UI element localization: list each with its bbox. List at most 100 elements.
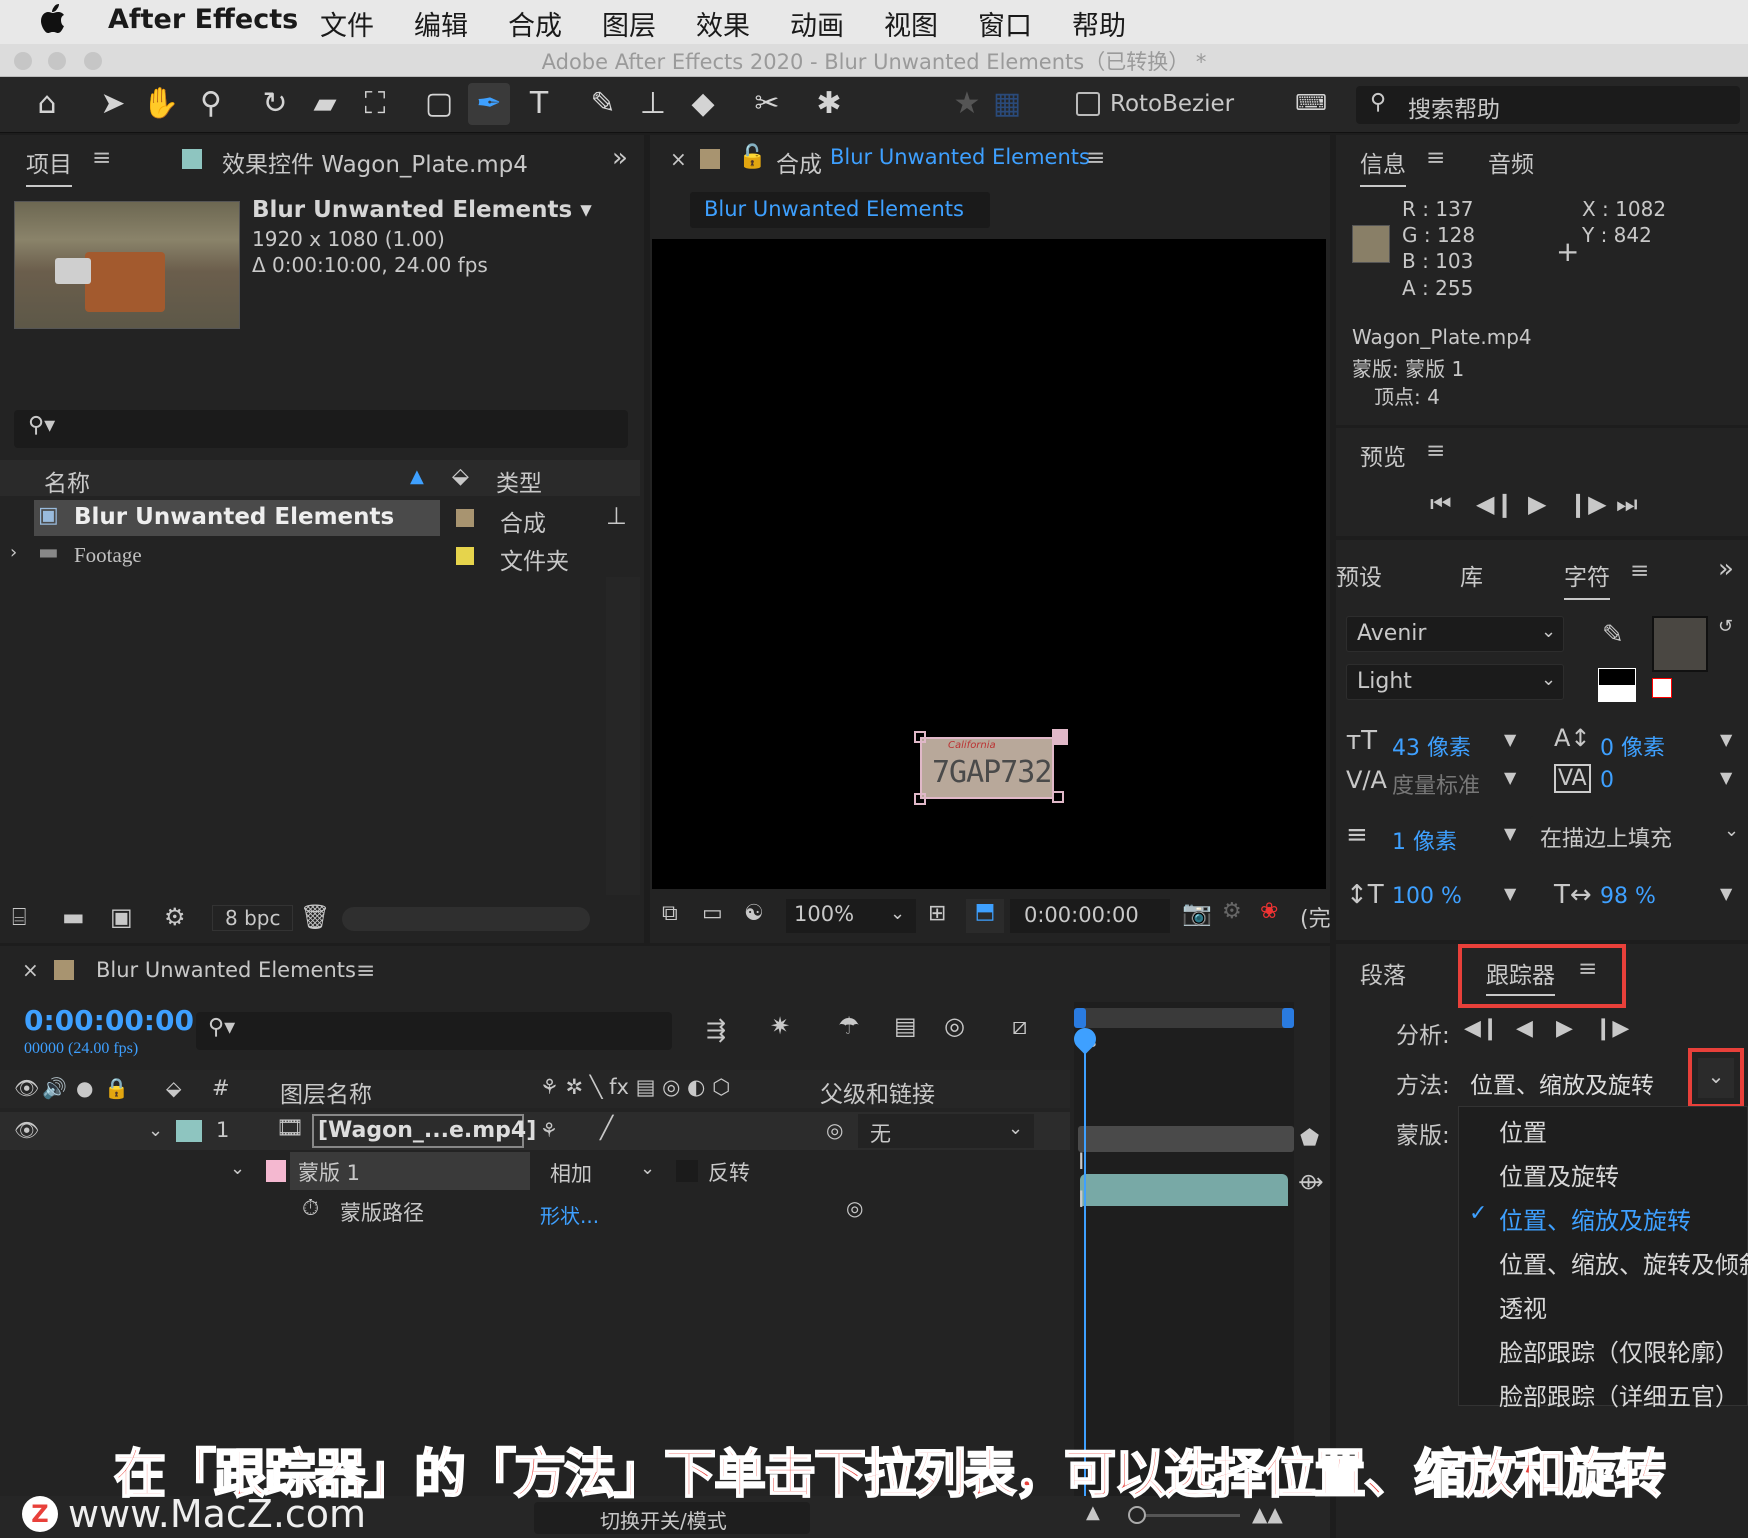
solo-icon[interactable]: ● bbox=[76, 1076, 93, 1100]
mask-path-toggle-icon[interactable]: ⬒ bbox=[966, 899, 1004, 933]
tab-info[interactable]: 信息 bbox=[1360, 145, 1406, 187]
eraser-tool-icon[interactable]: ◆ bbox=[682, 83, 724, 125]
font-size-value[interactable]: 43 像素 bbox=[1392, 730, 1471, 762]
layer-name-field[interactable]: [Wagon_...e.mp4] bbox=[312, 1114, 536, 1148]
lock-icon[interactable]: 🔒 bbox=[104, 1076, 129, 1100]
column-type[interactable]: 类型 bbox=[496, 464, 542, 498]
search-help-field[interactable]: ⚲ 搜索帮助 bbox=[1356, 86, 1740, 124]
comp-navigator-tab[interactable]: Blur Unwanted Elements bbox=[690, 192, 990, 228]
previous-frame-icon[interactable]: ◀❙ bbox=[1476, 490, 1515, 518]
rectangle-tool-icon[interactable]: ▢ bbox=[418, 83, 460, 125]
layer-duration-bar[interactable] bbox=[1080, 1174, 1288, 1206]
rotate-tool-icon[interactable]: ↻ bbox=[254, 83, 296, 125]
invert-checkbox[interactable] bbox=[676, 1160, 698, 1182]
panel-overflow-icon[interactable]: » bbox=[612, 143, 628, 173]
chevron-right-icon[interactable]: › bbox=[10, 542, 17, 563]
work-area-start-handle[interactable] bbox=[1074, 1008, 1086, 1028]
menu-layer[interactable]: 图层 bbox=[602, 4, 656, 43]
mask-color-swatch[interactable] bbox=[266, 1160, 286, 1182]
project-scrollbar[interactable] bbox=[606, 577, 640, 917]
menu-item-position-scale-rotation-skew[interactable]: 位置、缩放、旋转及倾斜 bbox=[1499, 1245, 1748, 1280]
snapshot-icon[interactable]: 📷 bbox=[1182, 899, 1212, 927]
app-menu[interactable]: After Effects bbox=[108, 4, 298, 35]
white-swatch[interactable] bbox=[1598, 686, 1636, 702]
mask-shape-link[interactable]: 形状... bbox=[540, 1200, 599, 1229]
table-row[interactable]: 👁 ⌄ 1 🎞 [Wagon_...e.mp4] ⚘ ╱ ◎ 无 ⌄ bbox=[0, 1112, 1070, 1150]
horizontal-scale-value[interactable]: 98 % bbox=[1600, 884, 1656, 909]
comp-name-label[interactable]: Blur Unwanted Elements ▾ bbox=[252, 197, 592, 223]
chevron-down-icon[interactable]: ⌄ bbox=[230, 1158, 245, 1179]
menu-item-face-outline[interactable]: 脸部跟踪（仅限轮廓） bbox=[1499, 1333, 1739, 1368]
motion-blur-icon[interactable]: ◎ bbox=[944, 1012, 965, 1040]
show-snapshot-icon[interactable]: ⚙ bbox=[1222, 899, 1242, 924]
frame-blending-icon[interactable]: ▤ bbox=[894, 1012, 917, 1040]
menu-view[interactable]: 视图 bbox=[884, 4, 938, 43]
label-tag-icon[interactable]: ⬙ bbox=[452, 464, 469, 489]
column-parent[interactable]: 父级和链接 bbox=[820, 1075, 935, 1109]
puppet-tool-icon[interactable]: ✱ bbox=[808, 83, 850, 125]
next-frame-icon[interactable]: ❙▶ bbox=[1568, 490, 1607, 518]
font-style-dropdown[interactable]: Light ⌄ bbox=[1346, 664, 1564, 700]
brush-tool-icon[interactable]: ✎ bbox=[582, 83, 624, 125]
info-menu-icon[interactable]: ≡ bbox=[1426, 145, 1445, 171]
workspace-icon[interactable]: ⌨ bbox=[1290, 83, 1332, 125]
analyze-backward-icon[interactable]: ◀ bbox=[1516, 1016, 1533, 1041]
stroke-width-value[interactable]: 1 像素 bbox=[1392, 824, 1457, 856]
work-area-end-handle[interactable] bbox=[1282, 1008, 1294, 1028]
tab-paragraph[interactable]: 段落 bbox=[1360, 956, 1406, 990]
pickwhip-icon[interactable]: ◎ bbox=[826, 1118, 843, 1142]
thumbnail-slider[interactable] bbox=[342, 907, 590, 931]
always-preview-icon[interactable]: ⧉ bbox=[662, 901, 678, 926]
chevron-down-icon[interactable]: ▼ bbox=[1504, 884, 1516, 903]
selection-tool-icon[interactable]: ➤ bbox=[92, 83, 134, 125]
shy-switch-icon[interactable]: ⚘ bbox=[540, 1118, 558, 1142]
tab-presets[interactable]: 预设 bbox=[1336, 558, 1382, 592]
no-color-icon[interactable] bbox=[1652, 678, 1672, 698]
column-name[interactable]: 名称 bbox=[44, 464, 90, 498]
pan-behind-tool-icon[interactable]: ⛶ bbox=[354, 83, 396, 125]
play-icon[interactable]: ▶ bbox=[1528, 490, 1546, 518]
timeline-search-field[interactable]: ⚲▾ bbox=[196, 1012, 672, 1050]
camera-tool-icon[interactable]: ▰ bbox=[304, 83, 346, 125]
new-folder-icon[interactable]: ▬ bbox=[62, 903, 85, 931]
label-color-swatch[interactable] bbox=[456, 509, 474, 527]
comp-tab-name[interactable]: Blur Unwanted Elements bbox=[830, 145, 1090, 169]
quality-switch-icon[interactable]: ╱ bbox=[600, 1116, 613, 1141]
first-frame-icon[interactable]: ⏮ bbox=[1430, 490, 1452, 518]
mask-mode-dropdown[interactable]: 相加 ⌄ bbox=[538, 1154, 664, 1188]
analyze-forward-icon[interactable]: ▶ bbox=[1556, 1016, 1573, 1041]
column-layer-name[interactable]: 图层名称 bbox=[280, 1075, 372, 1109]
type-tool-icon[interactable]: T bbox=[518, 83, 560, 125]
close-tab-icon[interactable]: × bbox=[22, 958, 39, 982]
black-swatch[interactable] bbox=[1598, 668, 1636, 686]
vertical-scale-value[interactable]: 100 % bbox=[1392, 884, 1462, 909]
resolution-label[interactable]: (完 bbox=[1300, 901, 1331, 933]
menu-window[interactable]: 窗口 bbox=[978, 4, 1032, 43]
timeline-zoom-handle[interactable] bbox=[1128, 1506, 1146, 1524]
method-value[interactable]: 位置、缩放及旋转 bbox=[1470, 1066, 1654, 1100]
menu-item-perspective[interactable]: 透视 bbox=[1499, 1289, 1547, 1324]
mask-vertex[interactable] bbox=[1052, 729, 1068, 745]
font-family-dropdown[interactable]: Avenir ⌄ bbox=[1346, 616, 1564, 652]
channel-rgb-icon[interactable]: ❀ bbox=[1260, 899, 1278, 924]
bit-depth-button[interactable]: 8 bpc bbox=[212, 905, 294, 931]
leading-value[interactable]: 0 像素 bbox=[1600, 730, 1665, 762]
chevron-down-icon[interactable]: ▼ bbox=[1504, 768, 1516, 787]
last-frame-icon[interactable]: ⏭ bbox=[1616, 490, 1638, 518]
time-navigator[interactable] bbox=[1078, 1126, 1294, 1152]
grid-guides-icon[interactable]: ⊞ bbox=[928, 901, 946, 926]
panel-overflow-icon[interactable]: » bbox=[1718, 554, 1734, 584]
timeline-tab[interactable]: Blur Unwanted Elements bbox=[96, 958, 356, 982]
eye-icon[interactable]: 👁 bbox=[14, 1076, 39, 1100]
menu-edit[interactable]: 编辑 bbox=[414, 4, 468, 43]
stretch-icon[interactable]: ⟴ bbox=[1298, 1170, 1323, 1195]
tab-effect-controls[interactable]: 效果控件 Wagon_Plate.mp4 bbox=[222, 145, 528, 179]
chevron-down-icon[interactable]: ⌄ bbox=[148, 1120, 163, 1141]
chevron-down-icon[interactable]: ▼ bbox=[1504, 730, 1516, 749]
close-tab-icon[interactable]: × bbox=[670, 147, 687, 171]
swap-colors-icon[interactable]: ↺ bbox=[1718, 616, 1733, 637]
hand-tool-icon[interactable]: ✋ bbox=[140, 83, 182, 125]
project-menu-icon[interactable]: ≡ bbox=[92, 145, 111, 171]
current-time-field[interactable]: 0:00:00:00 bbox=[1010, 899, 1170, 933]
menu-effect[interactable]: 效果 bbox=[696, 4, 750, 43]
